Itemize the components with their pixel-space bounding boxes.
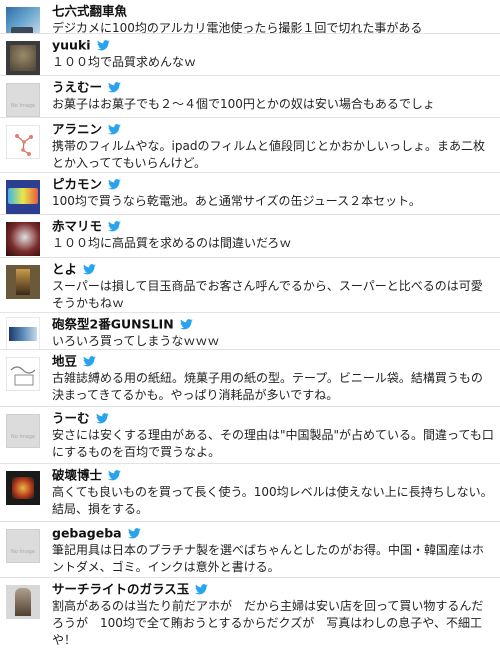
tweet-text: １００均に高品質を求めるのは間違いだろｗ (52, 236, 292, 250)
user-name[interactable]: うえむー (52, 80, 102, 95)
tweet-text: デジカメに100均のアルカリ電池使ったら撮影１回で切れた事がある (52, 21, 423, 34)
tweet-text: スーパーは損して目玉商品でお客さん呼んでるから、スーパーと比べるのは可愛そうかも… (52, 279, 483, 310)
tweet-text: 割高があるのは当たり前だアホが だから主婦は安い店を回って買い物するんだろうが … (52, 599, 484, 647)
twitter-bird-icon (108, 82, 121, 93)
ship-avatar[interactable] (6, 317, 40, 349)
tweet-item: 七六式翻車魚 デジカメに100均のアルカリ電池使ったら撮影１回で切れた事がある (0, 0, 500, 34)
user-name[interactable]: gebageba (52, 526, 122, 541)
tweet-item: サーチライトのガラス玉 割高があるのは当たり前だアホが だから主婦は安い店を回っ… (0, 578, 500, 652)
twitter-bird-icon (83, 264, 96, 275)
tweet-feed: 七六式翻車魚 デジカメに100均のアルカリ電池使ったら撮影１回で切れた事がある … (0, 0, 500, 652)
user-name[interactable]: 砲祭型2番GUNSLIN (52, 317, 174, 332)
user-name[interactable]: 赤マリモ (52, 219, 102, 234)
user-name[interactable]: 七六式翻車魚 (52, 4, 127, 19)
tweet-item: 破壊博士 高くても良いものを買って長く使う。100均レベルは使えない上に長持ちし… (0, 464, 500, 522)
tweet-text: いろいろ買ってしまうなｗｗｗ (52, 334, 220, 348)
tweet-text: 携帯のフィルムやな。ipadのフィルムと値段同じとかおかしいっしょ。まあ二枚とか… (52, 139, 485, 170)
user-name[interactable]: ピカモン (52, 177, 102, 192)
molecule-icon (15, 134, 33, 156)
user-name[interactable]: 地豆 (52, 354, 77, 369)
tweet-text: お菓子はお菓子でも２～４個で100円とかの奴は安い場合もあるでしょ (52, 97, 435, 111)
user-name[interactable]: とよ (52, 262, 77, 277)
twitter-bird-icon (108, 221, 121, 232)
user-name[interactable]: うーむ (52, 411, 90, 426)
sketch-icon (10, 366, 36, 386)
twitter-bird-icon (95, 413, 109, 424)
tweet-item: No Image うえむー お菓子はお菓子でも２～４個で100円とかの奴は安い場… (0, 76, 500, 118)
tweet-item: アラニン 携帯のフィルムやな。ipadのフィルムと値段同じとかおかしいっしょ。ま… (0, 118, 500, 173)
twitter-bird-icon (108, 124, 121, 135)
no-image-avatar[interactable]: No Image (6, 83, 40, 117)
logo-avatar[interactable] (6, 180, 40, 214)
no-image-avatar[interactable]: No Image (6, 529, 40, 563)
tweet-item: No Image gebageba 筆記用具は日本のプラチナ製を選べばちゃんとし… (0, 522, 500, 578)
twitter-bird-icon (108, 179, 121, 190)
anime-avatar[interactable] (6, 471, 40, 505)
tweet-text: 古雑誌縛める用の紙紐。焼菓子用の紙の型。テープ。ビニール袋。結構買うもの決まって… (52, 371, 483, 402)
user-name[interactable]: サーチライトのガラス玉 (52, 582, 189, 597)
tweet-item: 赤マリモ １００均に高品質を求めるのは間違いだろｗ (0, 215, 500, 258)
dark-figure-avatar[interactable] (6, 41, 40, 75)
user-name[interactable]: 破壊博士 (52, 468, 102, 483)
tweet-item: ピカモン 100均で買うなら乾電池。あと通常サイズの缶ジュース２本セット。 (0, 173, 500, 215)
tweet-text: 筆記用具は日本のプラチナ製を選べばちゃんとしたのがお得。中国・韓国産はホントダメ… (52, 543, 485, 574)
tweet-item: No Image うーむ 安さには安くする理由がある、その理由は"中国製品"が占… (0, 407, 500, 464)
twitter-bird-icon (179, 319, 193, 330)
tweet-item: yuuki １００均で品質求めんなｗ (0, 34, 500, 76)
user-name[interactable]: アラニン (52, 122, 102, 137)
twitter-bird-icon (195, 584, 209, 595)
landscape-photo-avatar[interactable] (6, 7, 40, 33)
tweet-text: 高くても良いものを買って長く使う。100均レベルは使えない上に長持ちしない。結局… (52, 485, 493, 516)
tweet-text: １００均で品質求めんなｗ (52, 55, 197, 69)
tweet-text: 安さには安くする理由がある、その理由は"中国製品"が占めている。間違っても口にす… (52, 428, 494, 459)
no-image-avatar[interactable]: No Image (6, 414, 40, 448)
portrait-avatar[interactable] (6, 585, 40, 619)
figure-photo-avatar[interactable] (6, 265, 40, 299)
twitter-bird-icon (108, 470, 121, 481)
twitter-bird-icon (83, 356, 96, 367)
twitter-bird-icon (127, 528, 141, 539)
tweet-item: 砲祭型2番GUNSLIN いろいろ買ってしまうなｗｗｗ (0, 313, 500, 350)
red-character-avatar[interactable] (6, 222, 40, 256)
user-name[interactable]: yuuki (52, 38, 91, 53)
tweet-item: とよ スーパーは損して目玉商品でお客さん呼んでるから、スーパーと比べるのは可愛そ… (0, 258, 500, 313)
tweet-text: 100均で買うなら乾電池。あと通常サイズの缶ジュース２本セット。 (52, 194, 421, 208)
twitter-bird-icon (96, 40, 110, 51)
molecule-avatar[interactable] (6, 125, 40, 159)
tweet-item: 地豆 古雑誌縛める用の紙紐。焼菓子用の紙の型。テープ。ビニール袋。結構買うもの決… (0, 350, 500, 407)
sketch-avatar[interactable] (6, 357, 40, 391)
